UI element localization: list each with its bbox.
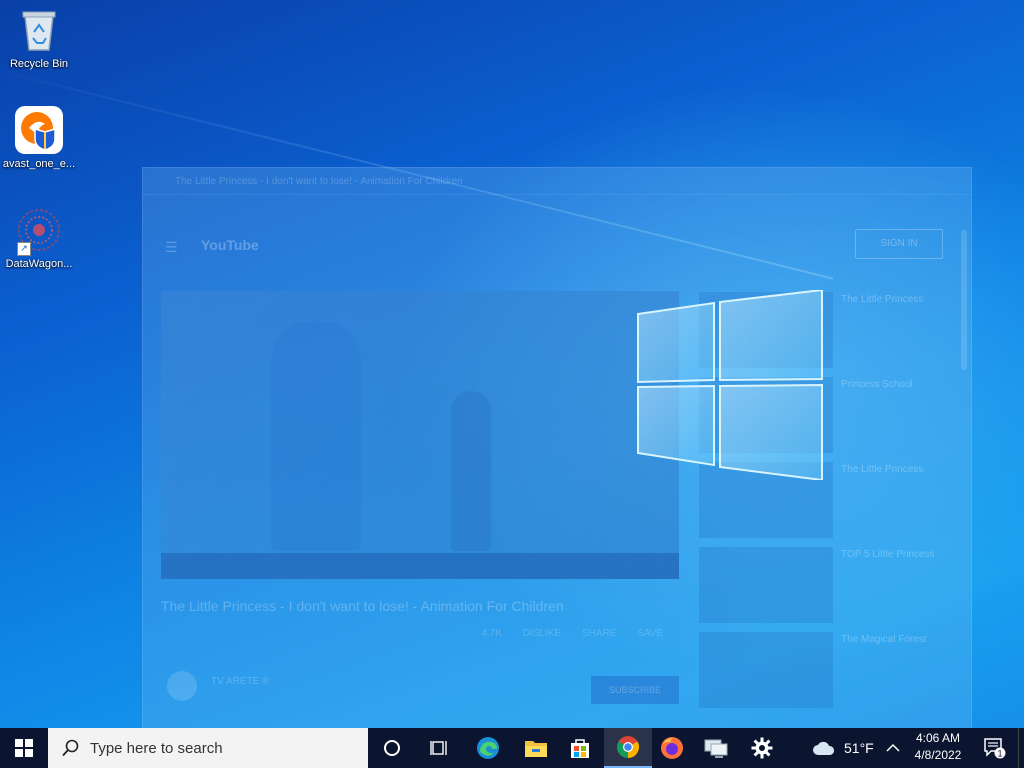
recycle-bin-icon: [15, 6, 63, 54]
remote-desktop-icon: [704, 739, 728, 758]
taskbar: Type here to search 51°F 4:06 AM 4/8/202…: [0, 728, 1024, 768]
firefox-icon: [661, 737, 683, 759]
windows-logo-icon: [637, 290, 823, 480]
cortana-icon: [384, 740, 400, 756]
dislike-label: DISLIKE: [522, 628, 562, 639]
related-title: The Little Princess: [841, 294, 924, 305]
action-center-button[interactable]: 1: [980, 728, 1010, 768]
youtube-logo: YouTube: [201, 237, 259, 253]
video-actions: 4.7K DISLIKE SHARE SAVE: [161, 628, 681, 639]
save-label: SAVE: [637, 628, 663, 639]
show-desktop-button[interactable]: [1018, 728, 1024, 768]
player-controls: [161, 553, 679, 579]
desktop: The Little Princess - I don't want to lo…: [0, 0, 1024, 728]
edge-icon: [477, 737, 499, 759]
desktop-icon-datawagon[interactable]: ↗ DataWagon...: [0, 206, 78, 270]
task-view-button[interactable]: [416, 728, 464, 768]
microsoft-store-button[interactable]: [556, 728, 604, 768]
chevron-up-icon: [886, 743, 900, 752]
sign-in-button: SIGN IN: [855, 229, 943, 259]
background-browser-window: The Little Princess - I don't want to lo…: [142, 167, 972, 728]
clock-date: 4/8/2022: [914, 748, 962, 762]
remote-desktop-button[interactable]: [692, 728, 740, 768]
taskbar-clock[interactable]: 4:06 AM 4/8/2022: [906, 730, 970, 764]
search-placeholder: Type here to search: [90, 739, 223, 757]
related-video: The Magical Forest: [697, 628, 955, 713]
scrollbar: [961, 230, 967, 370]
related-title: TOP 5 Little Princess: [841, 549, 935, 560]
weather-temperature: 51°F: [844, 740, 874, 756]
start-button[interactable]: [0, 728, 48, 768]
video-title: The Little Princess - I don't want to lo…: [161, 598, 564, 614]
show-hidden-icons-button[interactable]: [886, 728, 900, 768]
desktop-icon-avast[interactable]: avast_one_e...: [0, 106, 78, 170]
related-video: TOP 5 Little Princess: [697, 543, 955, 628]
subscribe-button: SUBSCRIBE: [591, 676, 679, 704]
video-thumbnail: [699, 547, 833, 623]
menu-icon: ☰: [165, 239, 178, 255]
video-thumbnail: [699, 632, 833, 708]
video-player: [161, 291, 679, 579]
desktop-icon-label: avast_one_e...: [2, 158, 76, 170]
youtube-header: ☰ YouTube SIGN IN: [143, 225, 971, 265]
related-title: The Little Princess: [841, 464, 924, 475]
desktop-icon-label: DataWagon...: [5, 258, 73, 270]
cortana-button[interactable]: [368, 728, 416, 768]
share-label: SHARE: [581, 628, 617, 639]
channel-avatar: [167, 671, 197, 701]
store-icon: [571, 739, 589, 758]
shortcut-arrow-icon: ↗: [17, 242, 31, 256]
notification-icon: 1: [984, 738, 1006, 759]
avast-one-icon: [15, 106, 63, 154]
search-icon: [62, 739, 79, 757]
notification-count: 1: [997, 749, 1002, 759]
chrome-button[interactable]: [604, 728, 652, 768]
browser-address-bar: [143, 195, 971, 225]
related-title: The Magical Forest: [841, 634, 927, 645]
video-figure: [451, 391, 491, 551]
folder-icon: [525, 741, 547, 757]
firefox-button[interactable]: [648, 728, 696, 768]
browser-titlebar: The Little Princess - I don't want to lo…: [143, 168, 971, 195]
video-figure: [271, 321, 361, 551]
related-title: Princess School: [841, 379, 913, 390]
settings-button[interactable]: [738, 728, 786, 768]
desktop-icon-label: Recycle Bin: [9, 58, 69, 70]
weather-widget[interactable]: 51°F: [812, 728, 874, 768]
edge-button[interactable]: [464, 728, 512, 768]
clock-time: 4:06 AM: [915, 731, 961, 745]
browser-tab-title: The Little Princess - I don't want to lo…: [175, 176, 463, 187]
cloud-icon: [813, 741, 835, 755]
datawagon-icon: ↗: [15, 206, 63, 256]
chrome-icon: [617, 736, 639, 758]
task-view-icon: [430, 741, 447, 755]
windows-start-icon: [15, 739, 33, 757]
desktop-icon-recycle-bin[interactable]: Recycle Bin: [0, 6, 78, 70]
taskbar-search-box[interactable]: Type here to search: [48, 728, 368, 768]
channel-name: TV ARETE ®: [211, 676, 270, 687]
file-explorer-button[interactable]: [512, 728, 560, 768]
gear-icon: [751, 737, 773, 759]
like-count: 4.7K: [481, 628, 502, 639]
